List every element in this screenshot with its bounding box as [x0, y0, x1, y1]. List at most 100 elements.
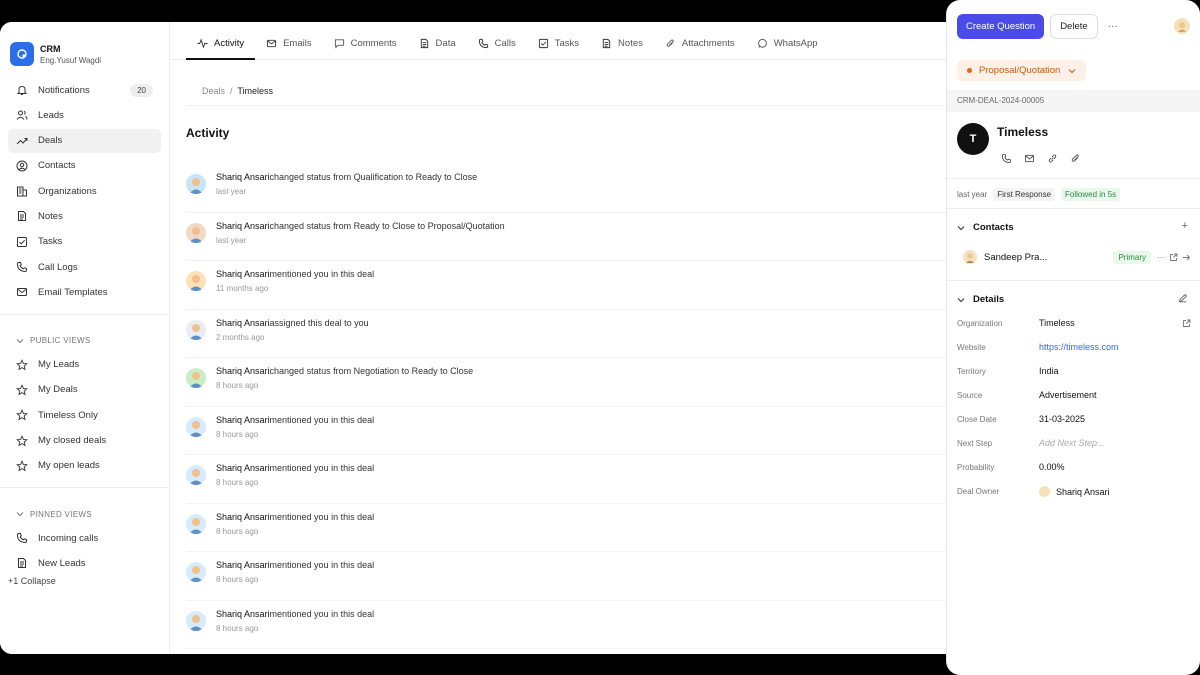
whatsapp-icon: [757, 38, 767, 48]
more-options-button[interactable]: ···: [1108, 21, 1118, 32]
org-actions: [1001, 153, 1093, 164]
activity-user[interactable]: Shariq Ansari: [216, 415, 270, 425]
note-icon: [18, 558, 26, 569]
activity-user[interactable]: Shariq Ansari: [216, 366, 270, 376]
add-contact-button[interactable]: +: [1182, 220, 1188, 232]
contact-icon: [16, 160, 28, 172]
sidebar-item-call-logs[interactable]: Call Logs: [8, 255, 161, 279]
activity-time: 8 hours ago: [216, 575, 259, 584]
tab-notes[interactable]: Notes: [590, 38, 654, 59]
activity-user[interactable]: Shariq Ansari: [216, 560, 270, 570]
tab-activity[interactable]: Activity: [186, 38, 256, 60]
public-views-label: PUBLIC VIEWS: [30, 336, 91, 346]
view-item-my-deals[interactable]: My Deals: [8, 378, 161, 402]
activity-item: Shariq Ansarimentioned you in this deal 8…: [186, 601, 946, 649]
detail-value[interactable]: Shariq Ansari: [1056, 487, 1110, 497]
contact-avatar: [963, 250, 977, 264]
sidebar-item-label: Email Templates: [38, 286, 108, 298]
breadcrumb-current: Timeless: [237, 86, 274, 96]
sidebar-item-email-templates[interactable]: Email Templates: [8, 280, 161, 304]
view-item-new-leads[interactable]: New Leads: [8, 551, 161, 575]
detail-value[interactable]: Timeless: [1039, 318, 1075, 328]
org-name: Timeless: [997, 125, 1049, 139]
tab-tasks[interactable]: Tasks: [527, 38, 590, 59]
tab-attachments[interactable]: Attachments: [654, 38, 746, 59]
create-question-button[interactable]: Create Question: [957, 13, 1045, 39]
activity-time: 11 months ago: [216, 284, 269, 293]
more-icon[interactable]: ···: [1157, 253, 1165, 262]
activity-item: Shariq Ansarimentioned you in this deal 8…: [186, 455, 946, 504]
detail-label: Source: [957, 390, 983, 400]
tab-label: Data: [435, 38, 456, 49]
detail-row-website: Website https://timeless.com: [957, 342, 1191, 352]
sidebar-item-label: Notes: [38, 210, 63, 222]
pinned-views-toggle[interactable]: PINNED VIEWS: [8, 502, 161, 526]
sidebar-item-contacts[interactable]: Contacts: [8, 154, 161, 178]
tab-calls[interactable]: Calls: [467, 38, 527, 59]
arrow-right-icon[interactable]: [1182, 253, 1191, 262]
phone-icon[interactable]: [1001, 153, 1012, 164]
view-item-label: My Leads: [38, 359, 80, 371]
pencil-icon: [1178, 293, 1188, 303]
activity-user[interactable]: Shariq Ansari: [216, 609, 270, 619]
sidebar-item-organizations[interactable]: Organizations: [8, 179, 161, 203]
bell-icon: [16, 85, 28, 95]
user-avatar[interactable]: [1174, 18, 1190, 34]
breadcrumb-deals[interactable]: Deals: [202, 86, 225, 96]
phone-icon: [478, 38, 488, 49]
activity-user[interactable]: Shariq Ansari: [216, 221, 270, 231]
tab-data[interactable]: Data: [408, 38, 467, 59]
detail-value[interactable]: India: [1039, 366, 1059, 376]
attachment-icon[interactable]: [1070, 153, 1081, 164]
view-item-timeless-only[interactable]: Timeless Only: [8, 403, 161, 427]
brand[interactable]: CRM Eng.Yusuf Wagdi: [0, 22, 169, 74]
sidebar-item-tasks[interactable]: Tasks: [8, 230, 161, 254]
deal-side-panel: Create Question Delete ··· Proposal/Quot…: [946, 0, 1200, 675]
detail-value[interactable]: 31-03-2025: [1039, 414, 1085, 424]
app-name: CRM: [40, 43, 61, 54]
first-response-badge: First Response: [993, 188, 1056, 201]
detail-value[interactable]: Add Next Step...: [1039, 438, 1105, 448]
delete-button[interactable]: Delete: [1050, 13, 1098, 39]
sidebar-item-deals[interactable]: Deals: [8, 128, 161, 153]
tab-label: Comments: [350, 38, 397, 49]
edit-details-button[interactable]: [1178, 293, 1188, 306]
link-icon[interactable]: [1047, 153, 1058, 164]
public-views-toggle[interactable]: PUBLIC VIEWS: [8, 329, 161, 353]
activity-user[interactable]: Shariq Ansari: [216, 463, 270, 473]
owner-avatar: [1039, 486, 1050, 497]
external-link-icon[interactable]: [1169, 253, 1178, 262]
detail-value[interactable]: 0.00%: [1039, 462, 1065, 472]
activity-user[interactable]: Shariq Ansari: [216, 318, 270, 328]
sidebar-item-leads[interactable]: Leads: [8, 103, 161, 127]
user-avatar: [186, 465, 206, 485]
tab-comments[interactable]: Comments: [323, 38, 408, 59]
details-section-toggle[interactable]: Details: [957, 294, 1004, 305]
external-link-icon[interactable]: [1182, 319, 1191, 328]
status-dropdown[interactable]: Proposal/Quotation: [957, 60, 1087, 81]
view-item-my-leads[interactable]: My Leads: [8, 353, 161, 377]
tab-whatsapp[interactable]: WhatsApp: [746, 38, 829, 59]
detail-value[interactable]: https://timeless.com: [1039, 342, 1119, 352]
contacts-section-toggle[interactable]: Contacts: [957, 222, 1014, 233]
collapse-button[interactable]: +1 Collapse: [8, 576, 56, 586]
activity-user[interactable]: Shariq Ansari: [216, 269, 270, 279]
contact-item[interactable]: Sandeep Pra... Primary ···: [963, 250, 1191, 264]
tab-emails[interactable]: Emails: [255, 38, 323, 59]
detail-label: Website: [957, 342, 986, 352]
page-title: Activity: [186, 126, 230, 140]
view-item-my-closed-deals[interactable]: My closed deals: [8, 429, 161, 453]
activity-user[interactable]: Shariq Ansari: [216, 172, 270, 182]
view-item-my-open-leads[interactable]: My open leads: [8, 454, 161, 478]
detail-value[interactable]: Advertisement: [1039, 390, 1097, 400]
view-item-incoming-calls[interactable]: Incoming calls: [8, 526, 161, 550]
mail-icon[interactable]: [1024, 153, 1035, 164]
sidebar-item-label: Deals: [38, 135, 63, 147]
activity-user[interactable]: Shariq Ansari: [216, 512, 270, 522]
detail-label: Probability: [957, 462, 995, 472]
checkbox-icon: [17, 236, 27, 247]
breadcrumb-separator: /: [230, 86, 233, 96]
sidebar-item-notes[interactable]: Notes: [8, 204, 161, 228]
sidebar-item-notifications[interactable]: Notifications 20: [8, 78, 161, 102]
user-avatar: [186, 319, 206, 340]
